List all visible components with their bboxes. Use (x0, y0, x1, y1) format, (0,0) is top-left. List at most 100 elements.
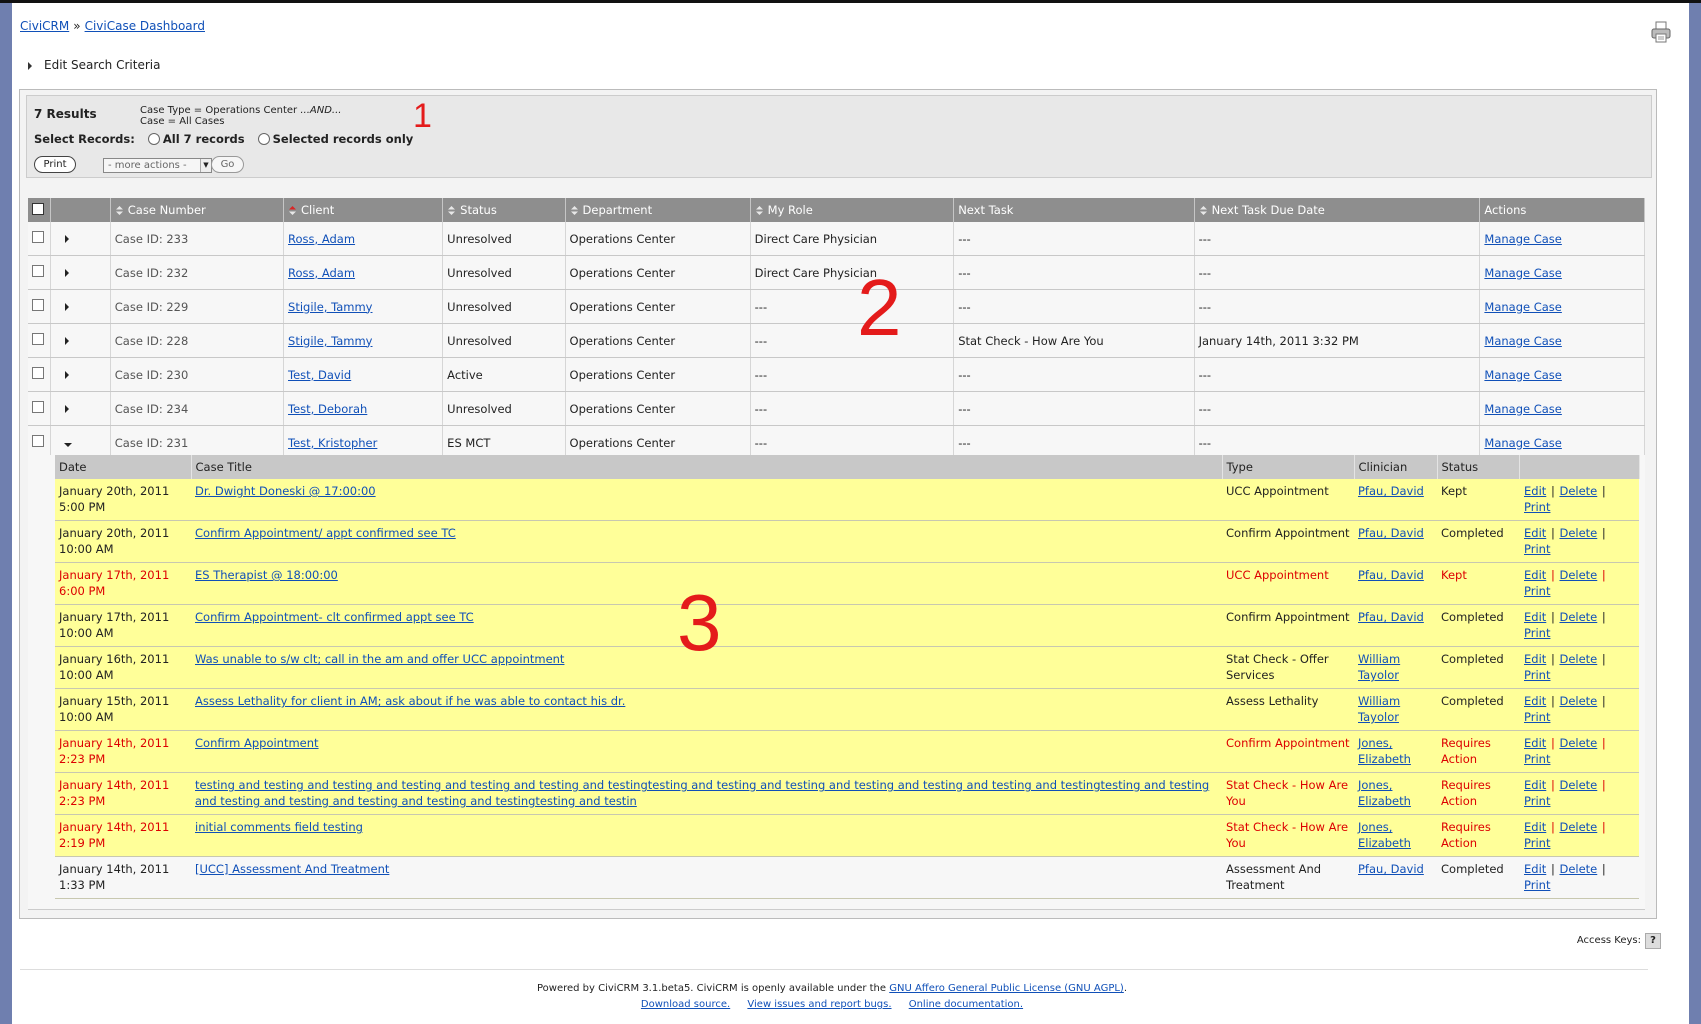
print-link[interactable]: Print (1524, 500, 1550, 514)
delete-link[interactable]: Delete (1559, 652, 1597, 666)
delete-link[interactable]: Delete (1559, 568, 1597, 582)
status-header[interactable]: Status (442, 198, 566, 222)
print-link[interactable]: Print (1524, 584, 1550, 598)
clinician-link[interactable]: Pfau, David (1358, 484, 1424, 498)
print-link[interactable]: Print (1524, 668, 1550, 682)
radio-selected-records-label[interactable]: Selected records only (273, 132, 414, 146)
activity-title-link[interactable]: testing and testing and testing and test… (195, 778, 1209, 808)
client-link[interactable]: Ross, Adam (288, 266, 355, 280)
printer-icon[interactable] (1651, 21, 1671, 43)
manage-case-link[interactable]: Manage Case (1484, 232, 1561, 246)
manage-case-link[interactable]: Manage Case (1484, 402, 1561, 416)
manage-case-link[interactable]: Manage Case (1484, 334, 1561, 348)
clinician-link[interactable]: Jones, Elizabeth (1358, 778, 1411, 808)
activity-title-link[interactable]: Assess Lethality for client in AM; ask a… (195, 694, 625, 708)
edit-link[interactable]: Edit (1524, 694, 1546, 708)
client-header[interactable]: Client (283, 198, 444, 222)
row-checkbox[interactable] (32, 401, 44, 413)
case-number-header[interactable]: Case Number (110, 198, 285, 222)
manage-case-link[interactable]: Manage Case (1484, 300, 1561, 314)
delete-link[interactable]: Delete (1559, 694, 1597, 708)
activity-title-link[interactable]: Confirm Appointment (195, 736, 319, 750)
print-link[interactable]: Print (1524, 542, 1550, 556)
more-actions-select[interactable]: - more actions - ▼ (103, 158, 212, 173)
client-link[interactable]: Ross, Adam (288, 232, 355, 246)
clinician-link[interactable]: Pfau, David (1358, 568, 1424, 582)
edit-search-criteria-toggle[interactable]: Edit Search Criteria (28, 58, 160, 72)
row-checkbox[interactable] (32, 367, 44, 379)
manage-case-link[interactable]: Manage Case (1484, 266, 1561, 280)
delete-link[interactable]: Delete (1559, 862, 1597, 876)
access-keys-help-button[interactable]: ? (1645, 933, 1661, 949)
clinician-link[interactable]: William Tayolor (1358, 652, 1400, 682)
row-checkbox[interactable] (32, 265, 44, 277)
activity-title-link[interactable]: [UCC] Assessment And Treatment (195, 862, 389, 876)
print-link[interactable]: Print (1524, 878, 1550, 892)
documentation-link[interactable]: Online documentation. (909, 999, 1023, 1010)
expand-row-icon[interactable] (65, 302, 70, 311)
activity-title-link[interactable]: Confirm Appointment/ appt confirmed see … (195, 526, 456, 540)
edit-link[interactable]: Edit (1524, 652, 1546, 666)
radio-all-records-label[interactable]: All 7 records (163, 132, 245, 146)
print-link[interactable]: Print (1524, 626, 1550, 640)
row-checkbox[interactable] (32, 231, 44, 243)
delete-link[interactable]: Delete (1559, 736, 1597, 750)
activity-title-link[interactable]: Dr. Dwight Doneski @ 17:00:00 (195, 484, 376, 498)
expand-row-icon[interactable] (65, 370, 70, 379)
row-checkbox[interactable] (32, 435, 44, 447)
edit-link[interactable]: Edit (1524, 484, 1546, 498)
edit-link[interactable]: Edit (1524, 736, 1546, 750)
select-all-checkbox[interactable] (32, 202, 44, 215)
activity-title-link[interactable]: initial comments field testing (195, 820, 363, 834)
delete-link[interactable]: Delete (1559, 526, 1597, 540)
client-link[interactable]: Stigile, Tammy (288, 300, 372, 314)
expand-row-icon[interactable] (65, 268, 70, 277)
client-link[interactable]: Test, Deborah (288, 402, 367, 416)
report-bugs-link[interactable]: View issues and report bugs. (747, 999, 891, 1010)
clinician-link[interactable]: Pfau, David (1358, 526, 1424, 540)
clinician-link[interactable]: Jones, Elizabeth (1358, 736, 1411, 766)
radio-selected-records[interactable] (257, 133, 270, 145)
edit-link[interactable]: Edit (1524, 778, 1546, 792)
expand-row-icon[interactable] (65, 234, 70, 243)
row-checkbox[interactable] (32, 333, 44, 345)
print-link[interactable]: Print (1524, 710, 1550, 724)
activity-title-link[interactable]: Was unable to s/w clt; call in the am an… (195, 652, 564, 666)
radio-all-records[interactable] (147, 133, 160, 145)
expand-row-icon[interactable] (65, 336, 70, 345)
go-button[interactable]: Go (211, 156, 244, 173)
department-header[interactable]: Department (565, 198, 751, 222)
edit-link[interactable]: Edit (1524, 568, 1546, 582)
edit-link[interactable]: Edit (1524, 610, 1546, 624)
edit-link[interactable]: Edit (1524, 862, 1546, 876)
client-link[interactable]: Stigile, Tammy (288, 334, 372, 348)
manage-case-link[interactable]: Manage Case (1484, 436, 1561, 450)
clinician-link[interactable]: William Tayolor (1358, 694, 1400, 724)
client-link[interactable]: Test, Kristopher (288, 436, 377, 450)
client-link[interactable]: Test, David (288, 368, 351, 382)
breadcrumb-home-link[interactable]: CiviCRM (20, 19, 69, 33)
license-link[interactable]: GNU Affero General Public License (GNU A… (889, 983, 1124, 994)
print-link[interactable]: Print (1524, 752, 1550, 766)
breadcrumb-dashboard-link[interactable]: CiviCase Dashboard (85, 19, 205, 33)
delete-link[interactable]: Delete (1559, 610, 1597, 624)
my-role-header[interactable]: My Role (750, 198, 955, 222)
clinician-link[interactable]: Jones, Elizabeth (1358, 820, 1411, 850)
delete-link[interactable]: Delete (1559, 778, 1597, 792)
print-link[interactable]: Print (1524, 794, 1550, 808)
manage-case-link[interactable]: Manage Case (1484, 368, 1561, 382)
collapse-row-icon[interactable] (64, 442, 73, 447)
next-task-due-header[interactable]: Next Task Due Date (1194, 198, 1481, 222)
print-button[interactable]: Print (34, 156, 76, 173)
delete-link[interactable]: Delete (1559, 484, 1597, 498)
download-source-link[interactable]: Download source. (641, 999, 730, 1010)
activity-title-link[interactable]: Confirm Appointment- clt confirmed appt … (195, 610, 474, 624)
clinician-link[interactable]: Pfau, David (1358, 862, 1424, 876)
print-link[interactable]: Print (1524, 836, 1550, 850)
activity-title-link[interactable]: ES Therapist @ 18:00:00 (195, 568, 338, 582)
expand-row-icon[interactable] (65, 404, 70, 413)
edit-link[interactable]: Edit (1524, 820, 1546, 834)
edit-link[interactable]: Edit (1524, 526, 1546, 540)
row-checkbox[interactable] (32, 299, 44, 311)
clinician-link[interactable]: Pfau, David (1358, 610, 1424, 624)
